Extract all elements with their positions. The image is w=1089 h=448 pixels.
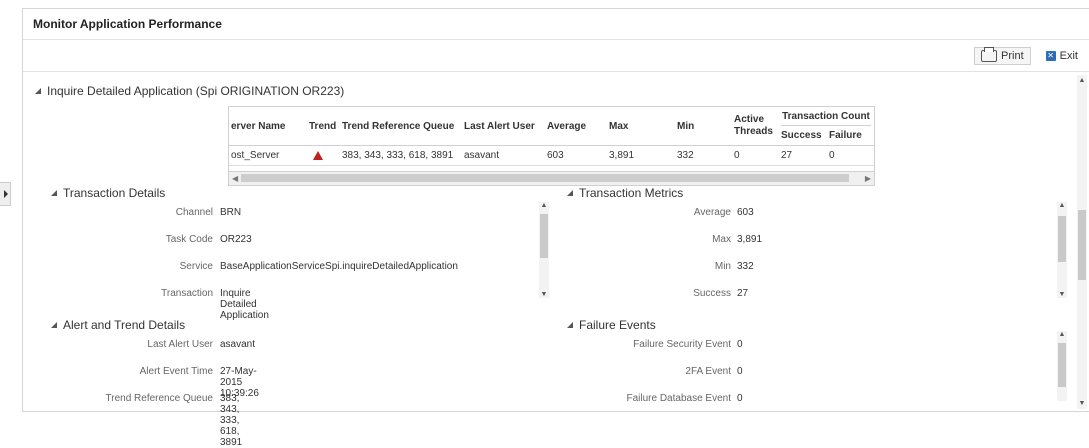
scrollbar-thumb[interactable] [1058, 343, 1066, 387]
scrollbar-thumb[interactable] [540, 214, 548, 258]
col-failure[interactable]: Failure [829, 126, 862, 145]
field-label: Transaction [161, 288, 213, 299]
scroll-down-icon[interactable]: ▼ [1057, 291, 1067, 298]
field-label: Task Code [165, 234, 213, 245]
cell-active-threads: 0 [734, 149, 740, 161]
section-failure-events[interactable]: Failure Events [567, 318, 656, 332]
server-grid: erver Name Trend Trend Reference Queue L… [228, 106, 875, 186]
metric-label: Success [693, 288, 731, 299]
col-success[interactable]: Success [781, 126, 822, 145]
field-value: asavant [220, 339, 256, 350]
cell-success: 27 [781, 149, 793, 161]
field-label: Alert Event Time [139, 366, 213, 377]
scroll-up-icon[interactable]: ▲ [1057, 202, 1067, 209]
section-title: Transaction Metrics [579, 186, 684, 200]
metrics-scrollbar[interactable]: ▲ ▼ [1057, 202, 1067, 298]
metric-value: 603 [737, 207, 754, 218]
print-label: Print [1001, 50, 1024, 62]
table-row[interactable]: ost_Server 383, 343, 333, 618, 3891 asav… [229, 145, 874, 166]
col-transaction-count: Transaction Count [781, 107, 871, 126]
scrollbar-thumb[interactable] [241, 174, 849, 182]
metric-value: 27 [737, 288, 749, 299]
close-icon: ✕ [1045, 51, 1056, 61]
exit-button[interactable]: ✕ Exit [1039, 47, 1085, 65]
scroll-up-icon[interactable]: ▲ [539, 202, 549, 209]
cell-max: 3,891 [609, 149, 635, 161]
scroll-down-icon[interactable]: ▼ [1077, 400, 1087, 407]
field-value: OR223 [220, 234, 252, 245]
print-button[interactable]: Print [974, 47, 1031, 65]
field-value: BRN [220, 207, 242, 218]
page-scrollbar[interactable]: ▲ ▼ [1077, 75, 1087, 409]
scrollbar-thumb[interactable] [1058, 216, 1066, 262]
exit-label: Exit [1059, 50, 1078, 62]
metric-label: Average [693, 207, 731, 218]
col-server-name[interactable]: erver Name [231, 107, 285, 145]
trend-up-icon[interactable] [313, 150, 323, 160]
scroll-up-icon[interactable]: ▲ [1077, 77, 1087, 84]
scroll-left-icon[interactable]: ◀ [232, 172, 238, 185]
section-transaction-metrics[interactable]: Transaction Metrics [567, 186, 683, 200]
page-title: Monitor Application Performance [33, 17, 222, 31]
section-title: Alert and Trend Details [63, 318, 186, 332]
grid-header: erver Name Trend Trend Reference Queue L… [229, 107, 874, 146]
field-value: BaseApplicationServiceSpi.inquireDetaile… [220, 261, 458, 272]
printer-icon [981, 47, 998, 62]
col-active-threads[interactable]: Active Threads [734, 107, 778, 145]
field-label: Service [179, 261, 213, 272]
section-app-title: Inquire Detailed Application (Spi ORIGIN… [47, 84, 345, 98]
section-alert-trend[interactable]: Alert and Trend Details [51, 318, 185, 332]
col-trend-ref-queue[interactable]: Trend Reference Queue [342, 107, 454, 145]
col-last-alert-user[interactable]: Last Alert User [464, 107, 535, 145]
section-transaction-details[interactable]: Transaction Details [51, 186, 165, 200]
section-title: Failure Events [579, 318, 656, 332]
event-label: 2FA Event [685, 366, 731, 377]
field-value: 383, 343, 333, 618, 3891 [220, 393, 243, 448]
collapse-triangle-icon [567, 190, 573, 196]
cell-min: 332 [677, 149, 694, 161]
trend-cell[interactable] [313, 145, 323, 165]
metric-value: 332 [737, 261, 754, 272]
divider [23, 39, 1089, 40]
field-value: Inquire Detailed Application [220, 288, 269, 321]
scrollbar-thumb[interactable] [1078, 210, 1086, 280]
cell-average: 603 [547, 149, 564, 161]
metric-value: 3,891 [737, 234, 763, 245]
event-value: 0 [737, 366, 743, 377]
event-label: Failure Database Event [626, 393, 731, 404]
collapse-triangle-icon [51, 322, 57, 328]
field-label: Last Alert User [147, 339, 213, 350]
col-min[interactable]: Min [677, 107, 694, 145]
collapse-triangle-icon [567, 322, 573, 328]
divider [23, 71, 1089, 72]
event-value: 0 [737, 339, 743, 350]
section-app[interactable]: Inquire Detailed Application (Spi ORIGIN… [35, 84, 344, 98]
scroll-up-icon[interactable]: ▲ [1057, 331, 1067, 338]
metric-label: Min [714, 261, 731, 272]
field-label: Channel [175, 207, 213, 218]
cell-trend-ref-queue: 383, 343, 333, 618, 3891 [342, 149, 454, 161]
cell-server-name: ost_Server [231, 149, 280, 161]
failure-events-scrollbar[interactable]: ▲ [1057, 331, 1067, 401]
event-value: 0 [737, 393, 743, 404]
collapse-triangle-icon [51, 190, 57, 196]
details-scrollbar[interactable]: ▲ ▼ [539, 202, 549, 298]
main-frame: Monitor Application Performance Print ✕ … [22, 8, 1089, 448]
collapse-triangle-icon [35, 88, 41, 94]
scroll-right-icon[interactable]: ▶ [865, 172, 871, 185]
section-title: Transaction Details [63, 186, 166, 200]
expand-arrow-icon[interactable] [4, 190, 8, 198]
cell-failure: 0 [829, 149, 835, 161]
cell-last-alert-user: asavant [464, 149, 500, 161]
grid-horizontal-scrollbar[interactable]: ◀ ▶ [229, 171, 874, 185]
col-max[interactable]: Max [609, 107, 628, 145]
event-label: Failure Security Event [633, 339, 731, 350]
field-label: Trend Reference Queue [105, 393, 213, 404]
col-average[interactable]: Average [547, 107, 586, 145]
col-trend[interactable]: Trend [309, 107, 336, 145]
metric-label: Max [712, 234, 731, 245]
toolbar: Print ✕ Exit [974, 45, 1085, 67]
scroll-down-icon[interactable]: ▼ [539, 291, 549, 298]
